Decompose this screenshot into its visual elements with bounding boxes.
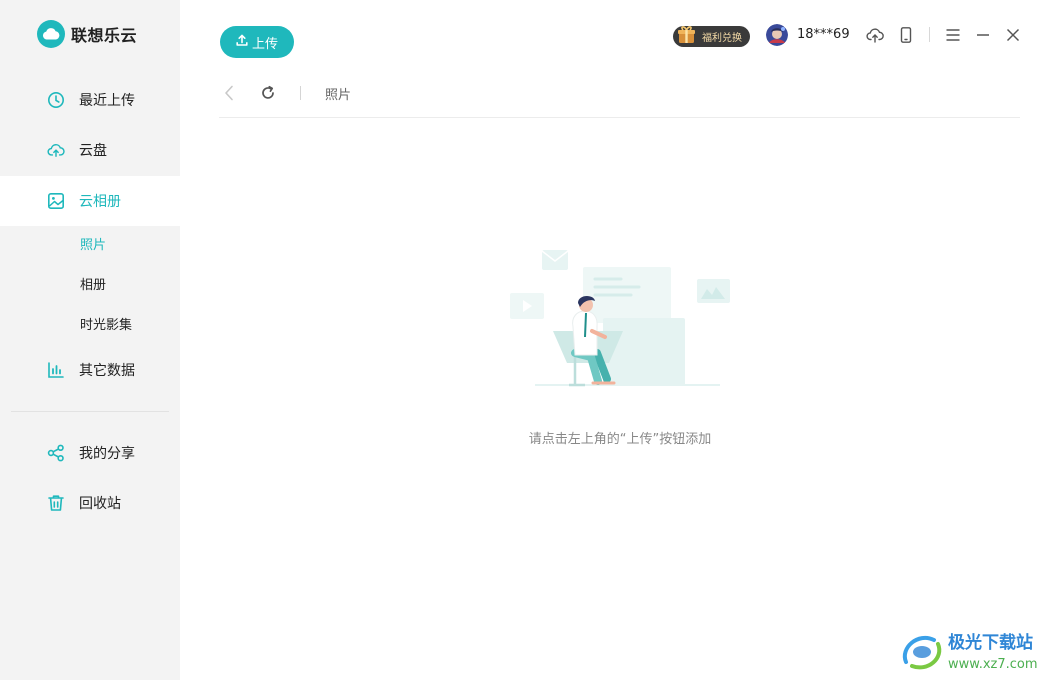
- gift-box-icon: [676, 24, 698, 46]
- sidebar-item-cloud-drive[interactable]: 云盘: [0, 125, 180, 175]
- sidebar-item-label: 回收站: [79, 496, 121, 512]
- upload-button-label: 上传: [251, 36, 278, 52]
- mobile-phone-icon[interactable]: [897, 26, 915, 44]
- empty-state-illustration: [505, 245, 735, 395]
- app-brand: 联想乐云: [37, 19, 137, 49]
- sidebar-subitem-photos[interactable]: 照片: [80, 234, 106, 258]
- watermark: 极光下载站 www.xz7.com: [898, 628, 1056, 674]
- close-icon[interactable]: [1004, 26, 1022, 44]
- cloud-upload-icon: [47, 141, 65, 159]
- username: 18***69: [797, 27, 850, 42]
- trash-icon: [47, 494, 65, 512]
- toolbar-divider: [300, 86, 301, 100]
- app-name: 联想乐云: [71, 26, 138, 45]
- sidebar-item-cloud-album[interactable]: 云相册: [0, 176, 180, 226]
- cloud-logo-icon: [37, 20, 65, 48]
- sidebar-item-label: 其它数据: [79, 363, 135, 379]
- header-divider: [929, 27, 930, 42]
- image-icon: [47, 192, 65, 210]
- refresh-icon[interactable]: [259, 84, 277, 102]
- sidebar-item-recent-uploads[interactable]: 最近上传: [0, 75, 180, 125]
- sidebar-item-label: 云盘: [79, 143, 107, 159]
- sidebar: 联想乐云 最近上传 云盘 云相册 照片 相册 时光影集 其它数据 我的分享 回收…: [0, 0, 180, 680]
- sidebar-item-label: 最近上传: [79, 93, 135, 109]
- sidebar-divider: [11, 411, 169, 412]
- welfare-exchange-button[interactable]: 福利兑换: [673, 26, 750, 47]
- welfare-exchange-label: 福利兑换: [702, 33, 742, 44]
- sidebar-item-other-data[interactable]: 其它数据: [0, 345, 180, 395]
- avatar[interactable]: [766, 24, 788, 46]
- menu-icon[interactable]: [944, 26, 962, 44]
- watermark-title: 极光下载站: [948, 632, 1033, 653]
- upload-icon: [236, 34, 248, 50]
- minimize-icon[interactable]: [974, 26, 992, 44]
- sidebar-subitem-time-albums[interactable]: 时光影集: [80, 314, 132, 338]
- transfer-cloud-icon[interactable]: [866, 26, 884, 44]
- back-chevron-icon[interactable]: [220, 84, 238, 102]
- empty-state-message: 请点击左上角的“上传”按钮添加: [528, 432, 712, 447]
- watermark-logo-icon: 极光下载站 www.xz7.com: [902, 632, 1038, 672]
- bar-chart-icon: [47, 361, 65, 379]
- sidebar-item-label: 云相册: [79, 194, 121, 210]
- breadcrumb[interactable]: 照片: [325, 84, 351, 103]
- clock-icon: [47, 91, 65, 109]
- sidebar-subitem-albums[interactable]: 相册: [80, 274, 106, 298]
- toolbar-underline: [219, 117, 1020, 118]
- sidebar-item-recycle-bin[interactable]: 回收站: [0, 478, 180, 528]
- upload-button[interactable]: 上传: [220, 26, 294, 58]
- watermark-url: www.xz7.com: [948, 657, 1038, 672]
